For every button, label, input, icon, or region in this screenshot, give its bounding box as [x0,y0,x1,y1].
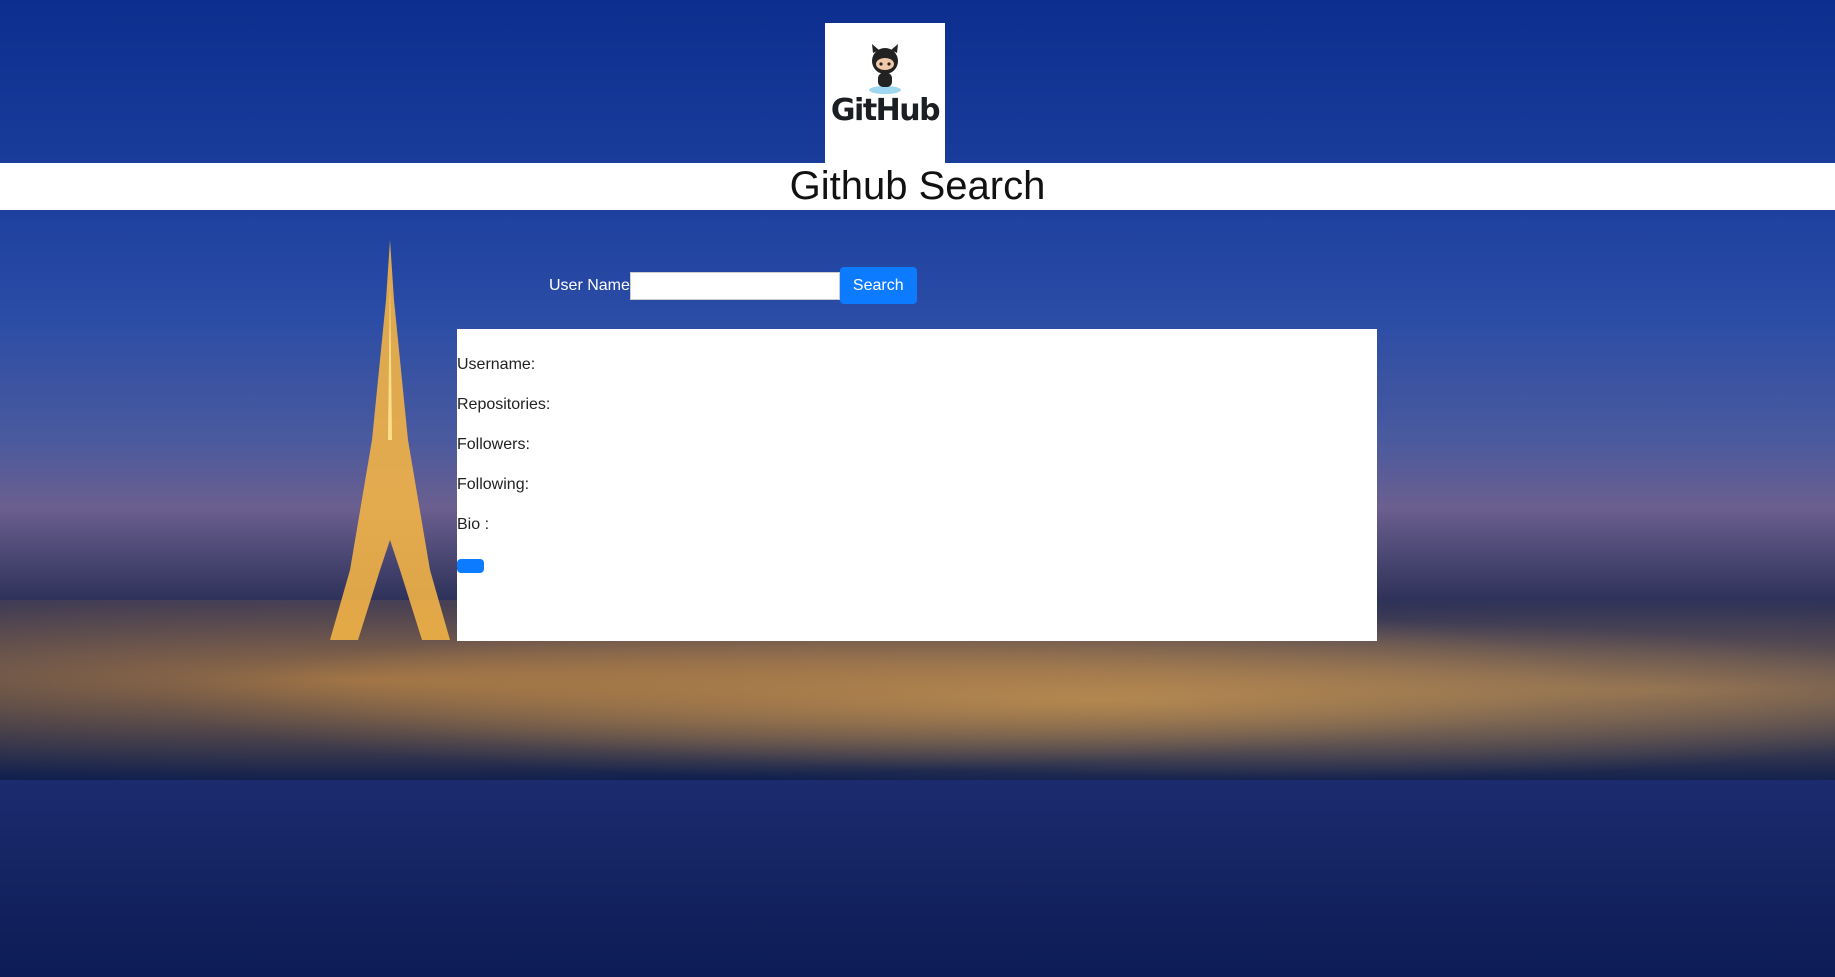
search-button[interactable]: Search [839,267,917,304]
result-bio-label: Bio : [457,516,490,533]
username-label: User Name [549,276,630,294]
octocat-icon [869,44,901,94]
logo-text: GitHub [830,93,941,128]
result-repositories-label: Repositories: [457,396,551,413]
title-bar: Github Search [0,163,1835,210]
result-followers-label: Followers: [457,436,530,453]
page-title: Github Search [789,164,1046,208]
results-panel: Username: Repositories: Followers: Follo… [457,329,1377,641]
username-input[interactable] [629,271,840,300]
eiffel-tower-image [330,240,450,640]
river-background [0,780,1835,977]
result-following-label: Following: [457,476,530,493]
result-username-label: Username: [457,356,536,373]
github-logo: GitHub [825,23,945,163]
search-form: User Name Search [549,267,917,304]
profile-link-button[interactable] [457,559,484,573]
